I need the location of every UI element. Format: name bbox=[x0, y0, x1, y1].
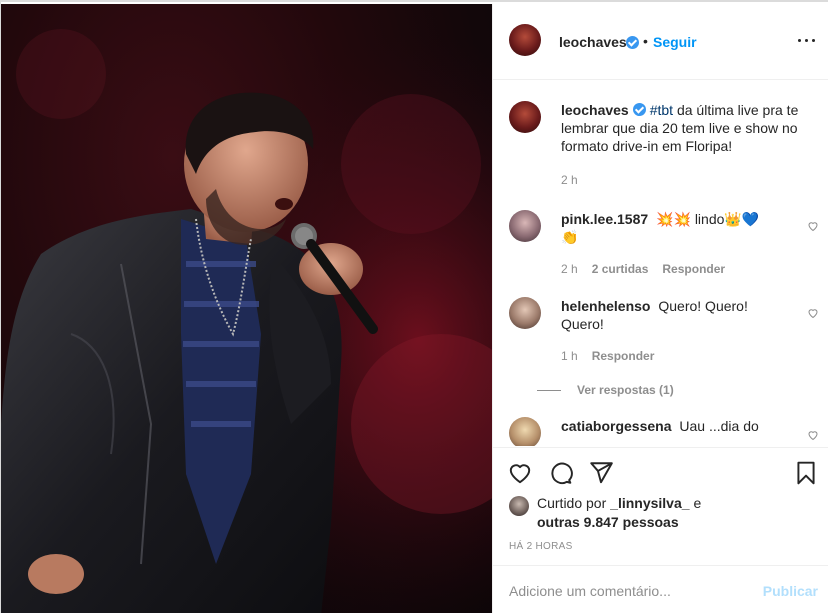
comment-username[interactable]: catiaborgessena bbox=[561, 418, 672, 434]
comment-body: catiaborgessena Uau ...dia do bbox=[561, 417, 761, 435]
comment-like-icon[interactable] bbox=[807, 429, 819, 441]
likes-summary: Curtido por _linnysilva_ e outras 9.847 … bbox=[537, 494, 807, 532]
comment-likes[interactable]: 2 curtidas bbox=[592, 262, 649, 276]
bookmark-icon[interactable] bbox=[793, 460, 819, 486]
comment-input[interactable] bbox=[509, 581, 749, 601]
post-timestamp[interactable]: Há 2 horas bbox=[509, 541, 573, 552]
comments-list[interactable]: leochaves #tbt da última live pra te lemb… bbox=[493, 81, 828, 446]
commenter-avatar[interactable] bbox=[509, 417, 541, 446]
comment-meta: 1 h Responder bbox=[561, 349, 654, 363]
likes-prefix: Curtido por bbox=[537, 495, 607, 511]
comment-body: pink.lee.1587 💥💥 lindo👑💙👏 bbox=[561, 210, 776, 246]
comment-item: catiaborgessena Uau ...dia do bbox=[509, 417, 819, 446]
reply-button[interactable]: Responder bbox=[592, 349, 655, 363]
comment-body: helenhelenso Quero! Quero! Quero! bbox=[561, 297, 761, 333]
comment-like-icon[interactable] bbox=[807, 220, 819, 232]
reply-button[interactable]: Responder bbox=[662, 262, 725, 276]
separator-dot: • bbox=[643, 33, 648, 49]
comment-composer: Publicar bbox=[493, 565, 828, 613]
heart-icon[interactable] bbox=[507, 460, 533, 486]
view-replies-button[interactable]: Ver respostas (1) bbox=[537, 383, 674, 397]
caption-avatar[interactable] bbox=[509, 101, 541, 133]
comment-like-icon[interactable] bbox=[807, 307, 819, 319]
caption-time[interactable]: 2 h bbox=[561, 173, 578, 187]
caption-username[interactable]: leochaves bbox=[561, 102, 629, 118]
caption-hashtag[interactable]: #tbt bbox=[650, 102, 673, 118]
comment-time[interactable]: 1 h bbox=[561, 349, 578, 363]
comment-username[interactable]: pink.lee.1587 bbox=[561, 211, 648, 227]
comment-item: helenhelenso Quero! Quero! Quero! 1 h Res… bbox=[509, 297, 819, 407]
caption-body: leochaves #tbt da última live pra te lemb… bbox=[561, 101, 801, 155]
comment-username[interactable]: helenhelenso bbox=[561, 298, 650, 314]
comment-time[interactable]: 2 h bbox=[561, 262, 578, 276]
likes-conjunction: e bbox=[693, 495, 702, 511]
post-photo[interactable] bbox=[1, 4, 492, 613]
post-sidebar: leochaves • Seguir leochaves #tbt da últi… bbox=[492, 4, 828, 613]
liker-username[interactable]: _linnysilva_ bbox=[610, 495, 689, 511]
post-actions: Curtido por _linnysilva_ e outras 9.847 … bbox=[493, 447, 828, 613]
caption: leochaves #tbt da última live pra te lemb… bbox=[509, 101, 819, 191]
commenter-avatar[interactable] bbox=[509, 297, 541, 329]
likes-others[interactable]: outras 9.847 pessoas bbox=[537, 514, 679, 530]
comment-icon[interactable] bbox=[547, 460, 573, 486]
liker-avatar[interactable] bbox=[509, 496, 529, 516]
verified-icon bbox=[626, 36, 639, 49]
post-header: leochaves • Seguir bbox=[493, 4, 828, 80]
comment-meta: 2 h 2 curtidas Responder bbox=[561, 262, 725, 276]
share-icon[interactable] bbox=[588, 460, 614, 486]
verified-icon bbox=[632, 103, 646, 116]
commenter-avatar[interactable] bbox=[509, 210, 541, 242]
comment-item: pink.lee.1587 💥💥 lindo👑💙👏 2 h 2 curtidas R… bbox=[509, 210, 819, 280]
author-username[interactable]: leochaves bbox=[559, 34, 627, 50]
more-options-icon[interactable] bbox=[796, 30, 818, 50]
publish-button[interactable]: Publicar bbox=[763, 583, 818, 599]
post-modal: leochaves • Seguir leochaves #tbt da últi… bbox=[0, 0, 828, 613]
singer-illustration bbox=[1, 4, 492, 613]
comment-text: Uau ...dia do bbox=[679, 418, 759, 434]
follow-button[interactable]: Seguir bbox=[653, 34, 697, 50]
author-avatar[interactable] bbox=[509, 24, 541, 56]
